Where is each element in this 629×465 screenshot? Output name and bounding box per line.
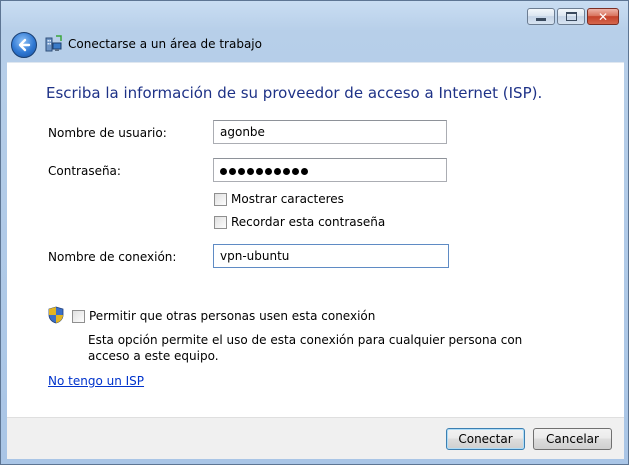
connection-name-label: Nombre de conexión: xyxy=(48,250,177,264)
show-chars-label: Mostrar caracteres xyxy=(231,192,344,206)
password-label: Contraseña: xyxy=(48,164,121,178)
username-label: Nombre de usuario: xyxy=(48,126,167,140)
password-dot xyxy=(301,168,308,175)
remember-password-checkbox[interactable] xyxy=(214,215,227,229)
password-dot xyxy=(292,168,299,175)
dialog-window: ✕ Conectarse a un área de trabajo Escrib… xyxy=(0,0,629,465)
allow-others-checkbox[interactable] xyxy=(72,309,85,323)
allow-others-label: Permitir que otras personas usen esta co… xyxy=(89,309,376,323)
maximize-button[interactable] xyxy=(557,8,585,25)
password-dot xyxy=(283,168,290,175)
password-dot xyxy=(256,168,263,175)
connect-button[interactable]: Conectar xyxy=(446,428,525,450)
connection-name-field[interactable]: vpn-ubuntu xyxy=(213,244,449,268)
workplace-network-icon xyxy=(45,35,62,52)
password-dot xyxy=(274,168,281,175)
close-icon: ✕ xyxy=(597,9,609,24)
show-chars-checkbox[interactable] xyxy=(214,192,227,206)
page-heading: Escriba la información de su proveedor d… xyxy=(46,84,543,102)
password-field[interactable] xyxy=(213,158,447,182)
minimize-button[interactable] xyxy=(527,8,555,25)
show-chars-option[interactable]: Mostrar caracteres xyxy=(214,192,344,206)
window-title: Conectarse a un área de trabajo xyxy=(68,37,262,51)
allow-others-option[interactable]: Permitir que otras personas usen esta co… xyxy=(72,309,375,323)
back-arrow-icon xyxy=(18,38,31,52)
password-dot xyxy=(247,168,254,175)
remember-password-label: Recordar esta contraseña xyxy=(231,215,386,229)
password-dot xyxy=(238,168,245,175)
back-button[interactable] xyxy=(11,32,37,58)
cancel-button[interactable]: Cancelar xyxy=(533,428,612,450)
minimize-icon xyxy=(536,17,546,21)
content-panel: Escriba la información de su proveedor d… xyxy=(7,62,624,418)
password-dot xyxy=(265,168,272,175)
no-isp-link[interactable]: No tengo un ISP xyxy=(48,374,144,388)
close-button[interactable]: ✕ xyxy=(587,8,619,25)
remember-password-option[interactable]: Recordar esta contraseña xyxy=(214,215,385,229)
allow-others-description: Esta opción permite el uso de esta conex… xyxy=(88,333,523,363)
username-field[interactable]: agonbe xyxy=(213,120,447,144)
password-dot xyxy=(220,168,227,175)
button-bar: Conectar Cancelar xyxy=(7,417,624,459)
uac-shield-icon xyxy=(48,306,64,324)
maximize-icon xyxy=(565,12,577,21)
caption-buttons: ✕ xyxy=(527,8,619,25)
password-dot xyxy=(229,168,236,175)
